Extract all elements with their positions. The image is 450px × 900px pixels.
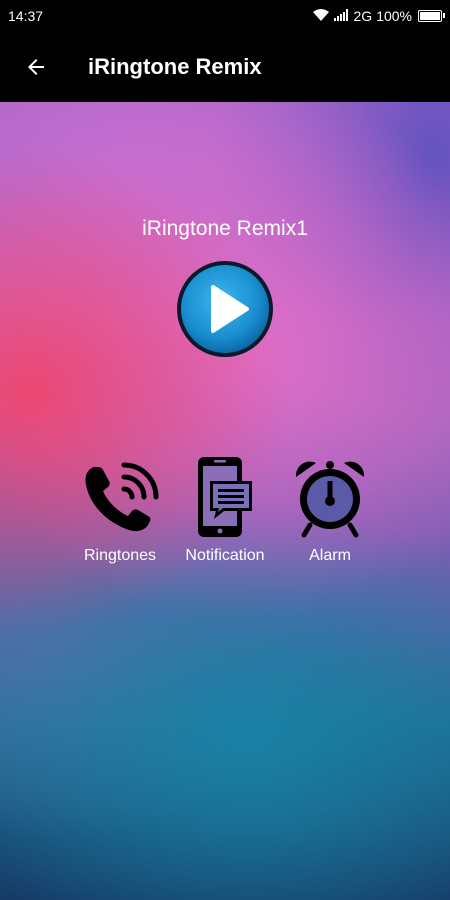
back-button[interactable] [18,49,54,85]
action-label: Notification [185,547,265,564]
status-bar: 14:37 2G 100% [0,0,450,32]
action-label: Ringtones [83,547,157,564]
phone-message-icon [198,457,252,537]
status-icons: 2G 100% [312,8,445,25]
play-icon [177,261,273,357]
battery-level [420,12,440,20]
battery-percent: 100% [376,8,412,24]
play-button[interactable] [175,259,275,359]
alarm-button[interactable]: Alarm [280,455,380,565]
notification-button[interactable]: Notification [175,455,275,565]
arrow-left-icon [28,59,44,75]
ringtones-button[interactable]: Ringtones [70,455,170,565]
app-toolbar: iRingtone Remix [0,32,450,102]
battery-icon [418,10,445,22]
app-screen: 14:37 2G 100% iRingtone Remix iRingtone … [0,0,450,900]
toolbar-title: iRingtone Remix [88,54,262,79]
network-type: 2G [353,8,373,24]
ringtone-actions: Ringtones Notification Alarm [0,455,450,585]
phone-ringing-icon [85,462,159,532]
signal-icon [333,8,350,24]
status-time: 14:37 [8,8,44,24]
action-label: Alarm [309,547,351,564]
alarm-clock-icon [295,461,365,538]
gradient-background [0,0,450,900]
wifi-icon [312,8,330,25]
track-title: iRingtone Remix1 [142,217,308,240]
